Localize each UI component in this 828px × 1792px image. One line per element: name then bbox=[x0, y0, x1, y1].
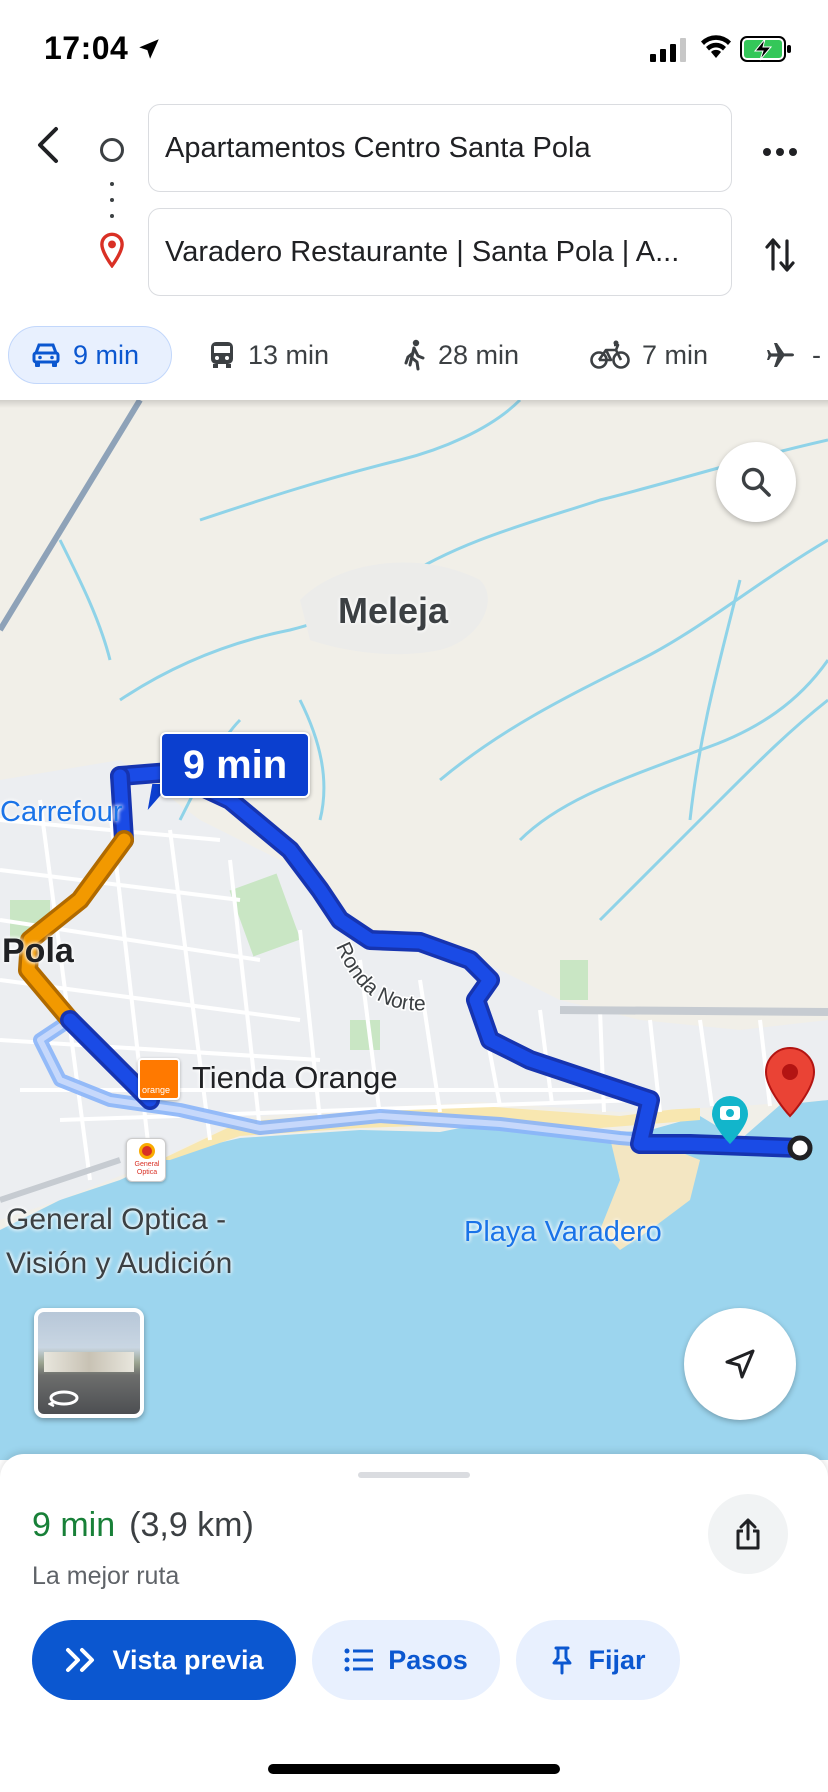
origin-text: Apartamentos Centro Santa Pola bbox=[165, 131, 591, 164]
my-location-button[interactable] bbox=[684, 1308, 796, 1420]
directions-header: Apartamentos Centro Santa Pola Varadero … bbox=[0, 100, 828, 300]
double-chevron-right-icon bbox=[66, 1648, 95, 1672]
route-eta: 9 min (3,9 km) bbox=[32, 1506, 254, 1545]
tab-flight-label: - bbox=[812, 339, 821, 370]
optica-store-icon[interactable]: General Optica bbox=[126, 1138, 166, 1182]
street-view-rotate-icon bbox=[48, 1390, 79, 1408]
swap-vertical-icon bbox=[765, 238, 795, 272]
tab-transit[interactable]: 13 min bbox=[208, 326, 329, 384]
origin-circle-icon bbox=[100, 138, 124, 162]
route-summary-sheet[interactable]: 9 min (3,9 km) La mejor ruta Vista previ… bbox=[0, 1454, 828, 1792]
travel-mode-tabs: 9 min 13 min 28 min 7 min - bbox=[0, 320, 828, 392]
back-button[interactable] bbox=[22, 120, 72, 170]
destination-pin-icon bbox=[100, 232, 124, 268]
cellular-signal-icon bbox=[650, 38, 686, 62]
more-options-button[interactable] bbox=[758, 130, 802, 174]
tab-cycling[interactable]: 7 min bbox=[590, 326, 708, 384]
label-ronda-norte: Ronda Norte bbox=[330, 940, 427, 1017]
tab-driving-label: 9 min bbox=[73, 339, 140, 370]
preview-button-label: Vista previa bbox=[112, 1644, 264, 1675]
eta-time: 9 min bbox=[32, 1506, 116, 1544]
route-dots-icon bbox=[110, 182, 114, 218]
label-general-optica-line1: General Optica - bbox=[6, 1203, 227, 1236]
tab-transit-label: 13 min bbox=[248, 339, 330, 370]
route-time-bubble[interactable]: 9 min bbox=[160, 732, 310, 798]
street-view-building bbox=[44, 1352, 134, 1372]
svg-text:Ronda Norte: Ronda Norte bbox=[331, 940, 425, 1015]
swap-button[interactable] bbox=[758, 230, 802, 280]
tab-walking-label: 28 min bbox=[438, 339, 520, 370]
route-note: La mejor ruta bbox=[32, 1562, 180, 1590]
destination-text: Varadero Restaurante | Santa Pola | A... bbox=[165, 235, 680, 268]
label-pola: Pola bbox=[2, 932, 74, 970]
steps-button-label: Pasos bbox=[388, 1644, 468, 1675]
highway bbox=[0, 400, 143, 632]
street-view-thumbnail[interactable] bbox=[34, 1308, 144, 1418]
label-meleja: Meleja bbox=[338, 590, 449, 631]
label-tienda-orange[interactable]: Tienda Orange bbox=[192, 1060, 398, 1096]
status-bar: 17:04 bbox=[0, 0, 828, 100]
map-search-button[interactable] bbox=[716, 442, 796, 522]
pin-button[interactable]: Fijar bbox=[516, 1620, 680, 1700]
label-carrefour[interactable]: Carrefour bbox=[0, 796, 123, 829]
park-4 bbox=[560, 960, 588, 1000]
pushpin-icon bbox=[552, 1646, 572, 1675]
location-arrow-icon bbox=[139, 39, 159, 59]
steps-button[interactable]: Pasos bbox=[312, 1620, 500, 1700]
share-icon bbox=[736, 1518, 760, 1550]
walking-icon bbox=[404, 339, 425, 371]
label-general-optica[interactable]: General Optica - Visión y Audición bbox=[6, 1198, 232, 1286]
preview-button[interactable]: Vista previa bbox=[32, 1620, 296, 1700]
orange-store-icon[interactable]: orange bbox=[138, 1058, 180, 1100]
search-icon bbox=[741, 467, 771, 497]
car-icon bbox=[32, 343, 60, 367]
label-playa-varadero[interactable]: Playa Varadero bbox=[464, 1216, 662, 1249]
destination-dot bbox=[787, 1135, 813, 1161]
label-general-optica-line2: Visión y Audición bbox=[6, 1247, 233, 1280]
wifi-icon bbox=[701, 35, 731, 58]
tab-driving[interactable]: 9 min bbox=[8, 326, 172, 384]
map-canvas bbox=[0, 400, 828, 1460]
airplane-icon bbox=[767, 343, 794, 367]
home-indicator[interactable] bbox=[268, 1764, 560, 1774]
back-arrow-icon bbox=[38, 127, 58, 163]
label-ronda-norte-text: Ronda Norte bbox=[330, 940, 427, 1017]
bus-icon bbox=[211, 342, 233, 368]
pin-button-label: Fijar bbox=[588, 1644, 646, 1675]
more-horizontal-icon bbox=[763, 148, 797, 156]
sheet-drag-handle[interactable] bbox=[358, 1472, 470, 1478]
destination-field[interactable]: Varadero Restaurante | Santa Pola | A... bbox=[148, 208, 732, 296]
list-icon bbox=[344, 1648, 374, 1672]
share-button[interactable] bbox=[708, 1494, 788, 1574]
tab-flight[interactable]: - bbox=[766, 326, 821, 384]
tab-cycling-label: 7 min bbox=[642, 339, 709, 370]
navigation-arrow-icon bbox=[725, 1349, 755, 1379]
origin-field[interactable]: Apartamentos Centro Santa Pola bbox=[148, 104, 732, 192]
tab-walking[interactable]: 28 min bbox=[402, 326, 519, 384]
header-shadow bbox=[0, 400, 828, 408]
eta-distance: (3,9 km) bbox=[129, 1506, 254, 1544]
map-view[interactable]: Meleja Pola Carrefour orange Tienda Oran… bbox=[0, 400, 828, 1460]
bicycle-icon bbox=[590, 340, 630, 369]
status-time: 17:04 bbox=[44, 30, 129, 66]
coastal-road bbox=[559, 1006, 828, 1016]
battery-charging-icon bbox=[740, 36, 791, 62]
